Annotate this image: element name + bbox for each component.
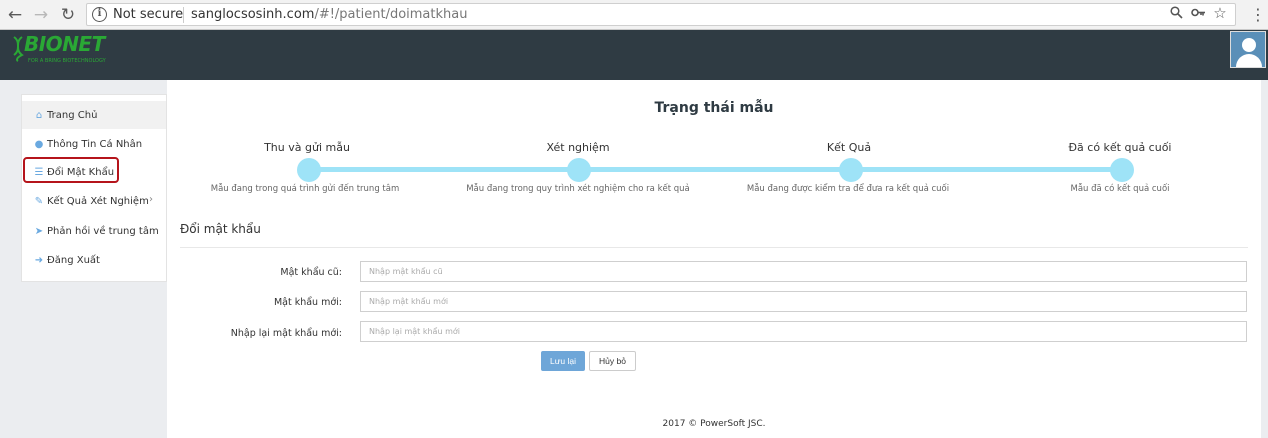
url-host: sanglocsosinh.com	[191, 7, 315, 22]
zoom-icon[interactable]	[1167, 6, 1185, 23]
chevron-right-icon: ›	[149, 194, 153, 205]
edit-icon: ✎	[34, 195, 44, 207]
step-description: Mẫu đang trong quy trình xét nghiệm cho …	[466, 184, 690, 194]
reload-icon[interactable]: ↻	[57, 4, 79, 26]
browser-toolbar: ← → ↻ i Not secure sanglocsosinh.com/#!/…	[0, 0, 1268, 30]
key-icon[interactable]	[1189, 6, 1207, 23]
step-description: Mẫu đang trong quá trình gửi đến trung t…	[210, 184, 400, 194]
address-divider	[183, 7, 184, 23]
info-icon[interactable]: i	[92, 7, 107, 22]
sidebar-item-label: Trang Chủ	[47, 109, 98, 121]
sidebar-item-label: Thông Tin Cá Nhân	[47, 138, 143, 150]
url-path: /#!/patient/doimatkhau	[314, 7, 468, 22]
address-bar[interactable]: i Not secure sanglocsosinh.com/#!/patien…	[86, 3, 1236, 26]
avatar-body	[1236, 54, 1262, 67]
sidebar-item-label: Đăng Xuất	[47, 254, 100, 266]
progress-track	[309, 167, 1122, 172]
bionet-logo[interactable]: BIONET FOR A BRING BIOTECHNOLOGY	[10, 32, 106, 76]
paper-plane-icon: ➤	[34, 225, 44, 237]
forward-arrow-icon[interactable]: →	[30, 4, 52, 26]
user-avatar[interactable]	[1230, 31, 1266, 68]
highlight-annotation	[23, 157, 119, 183]
home-icon: ⌂	[35, 109, 43, 121]
sidebar-item-logout[interactable]: ➜ Đăng Xuất	[22, 246, 166, 274]
change-password-title: Đổi mật khẩu	[180, 222, 261, 236]
footer-copyright: 2017 © PowerSoft JSC.	[662, 419, 766, 429]
old-password-label: Mật khẩu cũ:	[280, 267, 342, 278]
url-text[interactable]: sanglocsosinh.com/#!/patient/doimatkhau	[191, 7, 467, 22]
app-header: BIONET FOR A BRING BIOTECHNOLOGY	[0, 30, 1268, 80]
security-label[interactable]: Not secure	[113, 7, 183, 22]
section-divider	[180, 247, 1248, 248]
new-password-label: Mật khẩu mới:	[273, 297, 342, 308]
step-label: Kết Quả	[826, 141, 872, 154]
main-panel: Trạng thái mẫu Thu và gửi mẫu Mẫu đang t…	[167, 80, 1261, 438]
step-label: Xét nghiệm	[546, 141, 610, 154]
dna-icon	[13, 36, 24, 62]
confirm-password-input[interactable]	[360, 321, 1247, 342]
step-description: Mẫu đã có kết quả cuối	[1070, 184, 1170, 194]
step-label: Đã có kết quả cuối	[1068, 141, 1172, 154]
sidebar-item-label: Kết Quả Xét Nghiệm	[47, 195, 149, 207]
old-password-input[interactable]	[360, 261, 1247, 282]
confirm-password-label: Nhập lại mật khẩu mới:	[230, 328, 342, 339]
sidebar: ⌂ Trang Chủ ● Thông Tin Cá Nhân ☰ Đổi Mậ…	[21, 94, 167, 282]
save-button[interactable]: Lưu lại	[541, 351, 585, 371]
logo-text: BIONET	[24, 32, 105, 56]
bookmark-star-icon[interactable]: ☆	[1211, 4, 1229, 22]
step-label: Thu và gửi mẫu	[264, 141, 350, 154]
sidebar-item-test-results[interactable]: ✎ Kết Quả Xét Nghiệm ›	[22, 187, 166, 215]
sidebar-item-home[interactable]: ⌂ Trang Chủ	[22, 101, 166, 129]
status-title: Trạng thái mẫu	[654, 100, 774, 116]
avatar-head	[1242, 38, 1256, 52]
step-dot	[297, 158, 321, 182]
step-dot	[1110, 158, 1134, 182]
step-dot	[839, 158, 863, 182]
logo-tagline: FOR A BRING BIOTECHNOLOGY	[28, 58, 106, 64]
browser-menu-icon[interactable]: ⋮	[1250, 4, 1266, 26]
cancel-button[interactable]: Hủy bỏ	[589, 351, 636, 371]
back-arrow-icon[interactable]: ←	[4, 4, 26, 26]
step-dot	[567, 158, 591, 182]
user-icon: ●	[34, 138, 44, 150]
sign-out-icon: ➜	[34, 254, 44, 266]
sidebar-item-label: Phản hồi về trung tâm	[47, 225, 159, 237]
step-description: Mẫu đang được kiểm tra để đưa ra kết quả…	[746, 184, 950, 194]
sidebar-item-profile[interactable]: ● Thông Tin Cá Nhân	[22, 130, 166, 158]
sidebar-item-feedback[interactable]: ➤ Phản hồi về trung tâm	[22, 217, 166, 245]
new-password-input[interactable]	[360, 291, 1247, 312]
